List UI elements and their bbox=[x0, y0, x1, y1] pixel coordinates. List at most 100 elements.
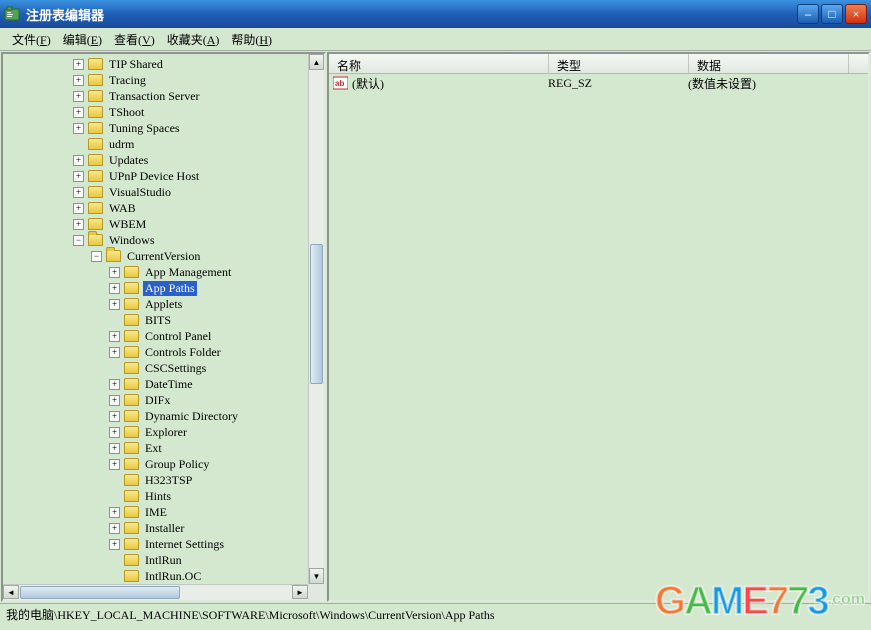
expand-icon[interactable]: + bbox=[109, 411, 120, 422]
expand-icon[interactable]: + bbox=[109, 347, 120, 358]
titlebar[interactable]: 注册表编辑器 – □ × bbox=[0, 0, 871, 28]
tree-node[interactable]: + UPnP Device Host bbox=[73, 168, 308, 184]
expand-icon[interactable]: + bbox=[109, 379, 120, 390]
expand-icon[interactable]: + bbox=[73, 219, 84, 230]
scroll-down-button[interactable]: ▼ bbox=[309, 568, 324, 584]
menu-item-e[interactable]: 编辑(E) bbox=[57, 29, 108, 50]
tree-node[interactable]: + WBEM bbox=[73, 216, 308, 232]
column-header[interactable]: 类型 bbox=[549, 54, 689, 73]
tree-node[interactable]: + App Management bbox=[73, 264, 308, 280]
expand-icon[interactable]: + bbox=[109, 283, 120, 294]
tree-node-label[interactable]: TShoot bbox=[107, 105, 146, 120]
tree-node-label[interactable]: Updates bbox=[107, 153, 150, 168]
tree-node-label[interactable]: UPnP Device Host bbox=[107, 169, 201, 184]
tree-vscrollbar[interactable]: ▲ ▼ bbox=[308, 54, 324, 584]
scroll-up-button[interactable]: ▲ bbox=[309, 54, 324, 70]
tree-node-label[interactable]: Transaction Server bbox=[107, 89, 202, 104]
tree-node[interactable]: BITS bbox=[73, 312, 308, 328]
expand-icon[interactable]: + bbox=[109, 267, 120, 278]
tree-node-label[interactable]: IntlRun bbox=[143, 553, 184, 568]
tree-node-label[interactable]: Ext bbox=[143, 441, 164, 456]
vscroll-thumb[interactable] bbox=[310, 244, 323, 384]
tree-node[interactable]: + Applets bbox=[73, 296, 308, 312]
tree-node-label[interactable]: Applets bbox=[143, 297, 184, 312]
tree-node[interactable]: +Dynamic Directory bbox=[73, 408, 308, 424]
collapse-icon[interactable]: − bbox=[73, 235, 84, 246]
tree-node-label[interactable]: CurrentVersion bbox=[125, 249, 202, 264]
tree-node[interactable]: IntlRun bbox=[73, 552, 308, 568]
tree-node[interactable]: + DateTime bbox=[73, 376, 308, 392]
tree-node-label[interactable]: BITS bbox=[143, 313, 173, 328]
tree-node-label[interactable]: Tracing bbox=[107, 73, 148, 88]
scroll-right-button[interactable]: ► bbox=[292, 585, 308, 599]
tree-node-label[interactable]: Installer bbox=[143, 521, 186, 536]
tree-node[interactable]: IntlRun.OC bbox=[73, 568, 308, 584]
menu-item-f[interactable]: 文件(F) bbox=[6, 29, 57, 50]
tree-node-label[interactable]: Explorer bbox=[143, 425, 189, 440]
tree-node[interactable]: +Internet Settings bbox=[73, 536, 308, 552]
expand-icon[interactable]: + bbox=[73, 123, 84, 134]
tree-node-label[interactable]: DateTime bbox=[143, 377, 195, 392]
tree-node[interactable]: + Installer bbox=[73, 520, 308, 536]
tree-hscrollbar[interactable]: ◄ ► bbox=[3, 584, 308, 600]
tree-node[interactable]: CSCSettings bbox=[73, 360, 308, 376]
scroll-left-button[interactable]: ◄ bbox=[3, 585, 19, 599]
tree-node-label[interactable]: H323TSP bbox=[143, 473, 194, 488]
tree-node[interactable]: +TIP Shared bbox=[73, 56, 308, 72]
tree-node-label[interactable]: App Management bbox=[143, 265, 233, 280]
expand-icon[interactable]: + bbox=[73, 59, 84, 70]
expand-icon[interactable]: + bbox=[109, 299, 120, 310]
tree-node-label[interactable]: App Paths bbox=[143, 281, 197, 296]
tree-node[interactable]: + Controls Folder bbox=[73, 344, 308, 360]
expand-icon[interactable]: + bbox=[109, 459, 120, 470]
tree-node[interactable]: +WAB bbox=[73, 200, 308, 216]
tree-node-label[interactable]: WBEM bbox=[107, 217, 148, 232]
registry-tree[interactable]: +TIP Shared+Tracing+Transaction Server+T… bbox=[3, 54, 308, 584]
tree-node[interactable]: + App Paths bbox=[73, 280, 308, 296]
expand-icon[interactable]: + bbox=[109, 427, 120, 438]
tree-node[interactable]: + Explorer bbox=[73, 424, 308, 440]
tree-node[interactable]: + Tracing bbox=[73, 72, 308, 88]
tree-node-label[interactable]: IME bbox=[143, 505, 169, 520]
tree-node[interactable]: +Group Policy bbox=[73, 456, 308, 472]
tree-node[interactable]: −Windows bbox=[73, 232, 308, 248]
expand-icon[interactable]: + bbox=[73, 91, 84, 102]
tree-node-label[interactable]: Internet Settings bbox=[143, 537, 226, 552]
tree-node[interactable]: + VisualStudio bbox=[73, 184, 308, 200]
column-header[interactable]: 数据 bbox=[689, 54, 849, 73]
tree-node[interactable]: +Control Panel bbox=[73, 328, 308, 344]
expand-icon[interactable]: + bbox=[73, 155, 84, 166]
tree-node[interactable]: udrm bbox=[73, 136, 308, 152]
expand-icon[interactable]: + bbox=[109, 395, 120, 406]
menu-item-v[interactable]: 查看(V) bbox=[108, 29, 161, 50]
tree-node-label[interactable]: CSCSettings bbox=[143, 361, 208, 376]
minimize-button[interactable]: – bbox=[797, 4, 819, 24]
value-row[interactable]: ab(默认)REG_SZ(数值未设置) bbox=[329, 74, 868, 92]
expand-icon[interactable]: + bbox=[109, 523, 120, 534]
menu-item-h[interactable]: 帮助(H) bbox=[225, 29, 278, 50]
hscroll-thumb[interactable] bbox=[20, 586, 180, 599]
expand-icon[interactable]: + bbox=[73, 171, 84, 182]
tree-node-label[interactable]: IntlRun.OC bbox=[143, 569, 203, 584]
expand-icon[interactable]: + bbox=[73, 107, 84, 118]
tree-node-label[interactable]: Hints bbox=[143, 489, 173, 504]
tree-node-label[interactable]: VisualStudio bbox=[107, 185, 173, 200]
tree-node[interactable]: + Ext bbox=[73, 440, 308, 456]
tree-node[interactable]: H323TSP bbox=[73, 472, 308, 488]
tree-node[interactable]: +DIFx bbox=[73, 392, 308, 408]
expand-icon[interactable]: + bbox=[109, 443, 120, 454]
menu-item-a[interactable]: 收藏夹(A) bbox=[161, 29, 226, 50]
column-header[interactable]: 名称 bbox=[329, 54, 549, 73]
tree-node[interactable]: Hints bbox=[73, 488, 308, 504]
expand-icon[interactable]: + bbox=[109, 507, 120, 518]
tree-node-label[interactable]: Controls Folder bbox=[143, 345, 223, 360]
column-headers[interactable]: 名称类型数据 bbox=[329, 54, 868, 74]
tree-node-label[interactable]: udrm bbox=[107, 137, 136, 152]
collapse-icon[interactable]: − bbox=[91, 251, 102, 262]
tree-node[interactable]: + TShoot bbox=[73, 104, 308, 120]
tree-node[interactable]: + IME bbox=[73, 504, 308, 520]
expand-icon[interactable]: + bbox=[73, 75, 84, 86]
expand-icon[interactable]: + bbox=[73, 187, 84, 198]
expand-icon[interactable]: + bbox=[73, 203, 84, 214]
expand-icon[interactable]: + bbox=[109, 331, 120, 342]
